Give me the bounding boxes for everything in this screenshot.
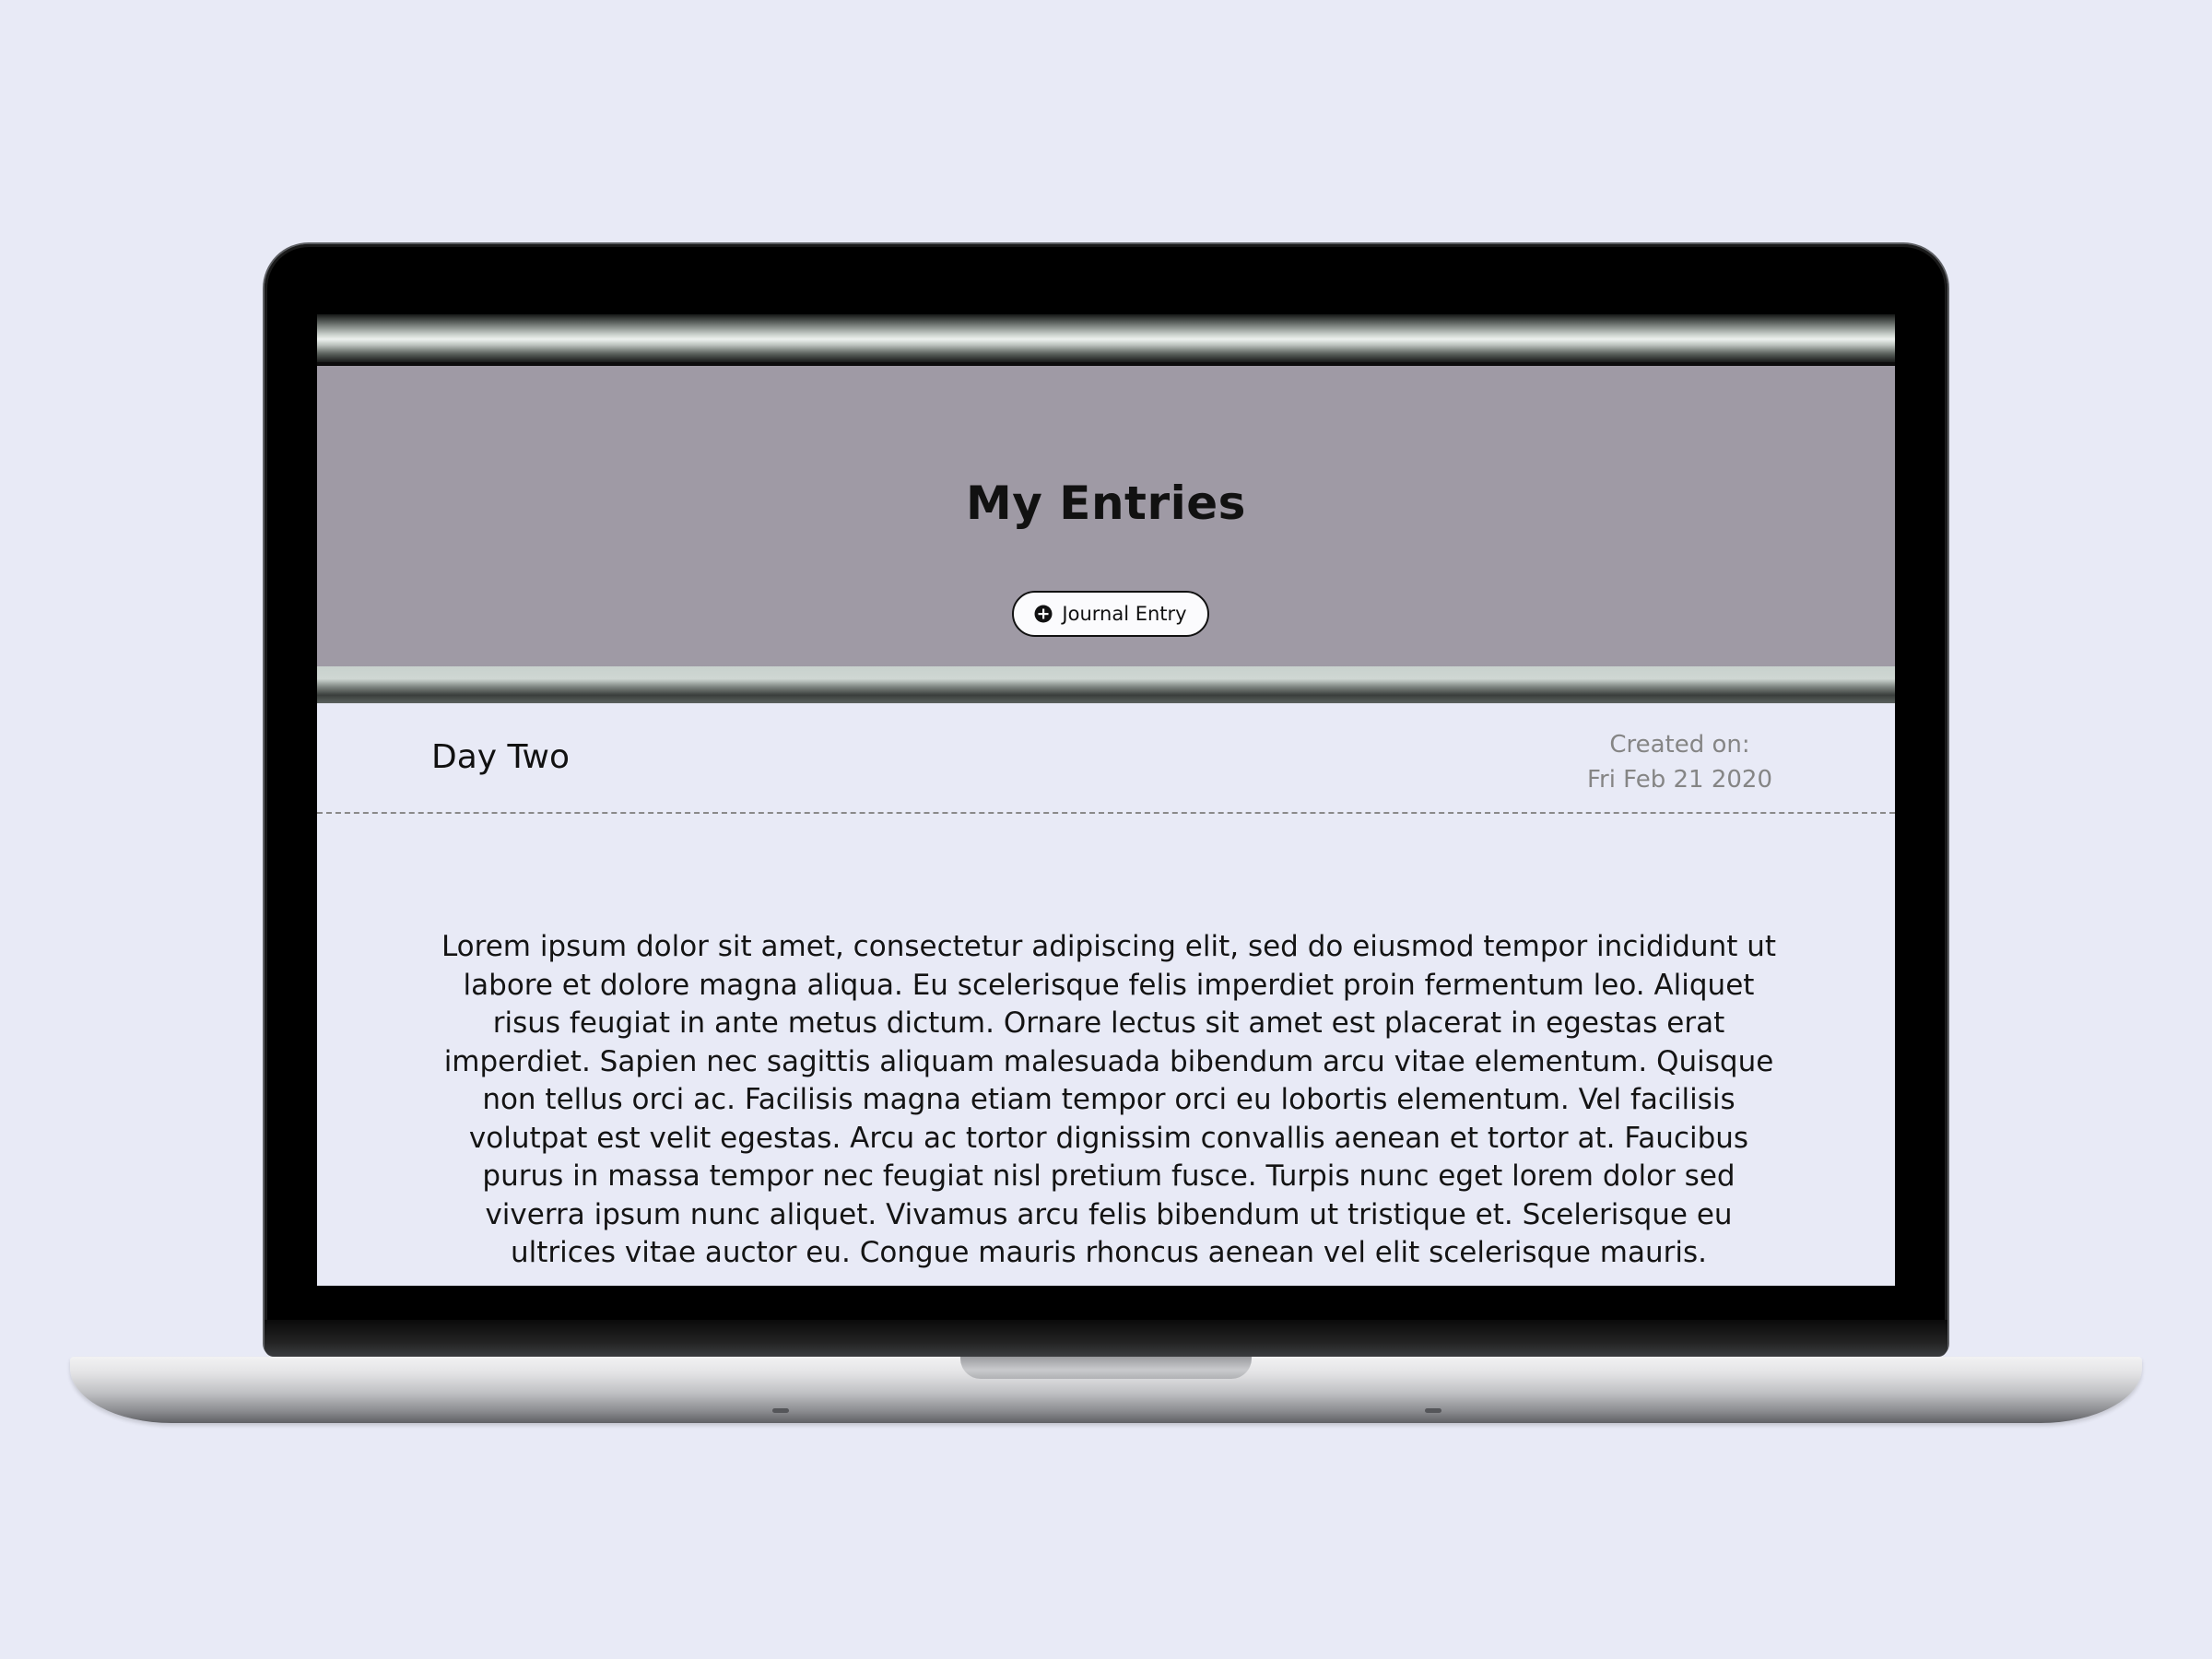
- mockup-stage: My Entries Journal Entry Day Two Created…: [0, 0, 2212, 1659]
- laptop-foot-right: [1425, 1408, 1441, 1413]
- entry-title: Day Two: [431, 738, 571, 776]
- add-journal-entry-button[interactable]: Journal Entry: [1012, 591, 1209, 637]
- plus-circle-icon: [1034, 605, 1053, 623]
- page-title: My Entries: [966, 477, 1246, 530]
- entry-header: Day Two Created on: Fri Feb 21 2020: [317, 703, 1895, 814]
- created-label: Created on:: [1609, 731, 1750, 759]
- laptop-screen: My Entries Journal Entry Day Two Created…: [317, 314, 1895, 1286]
- top-metallic-bar: [317, 314, 1895, 366]
- laptop-thumb-notch: [960, 1357, 1252, 1379]
- header-divider-band: [317, 666, 1895, 703]
- created-date: Fri Feb 21 2020: [1586, 766, 1772, 794]
- entry-created-info: Created on: Fri Feb 21 2020: [1587, 727, 1772, 797]
- laptop-lid-hinge: [265, 1320, 1947, 1357]
- header-section: My Entries Journal Entry: [317, 366, 1895, 670]
- entry-body-text: Lorem ipsum dolor sit amet, consectetur …: [441, 930, 1777, 1269]
- laptop-foot-left: [772, 1408, 789, 1413]
- add-journal-entry-label: Journal Entry: [1062, 603, 1187, 625]
